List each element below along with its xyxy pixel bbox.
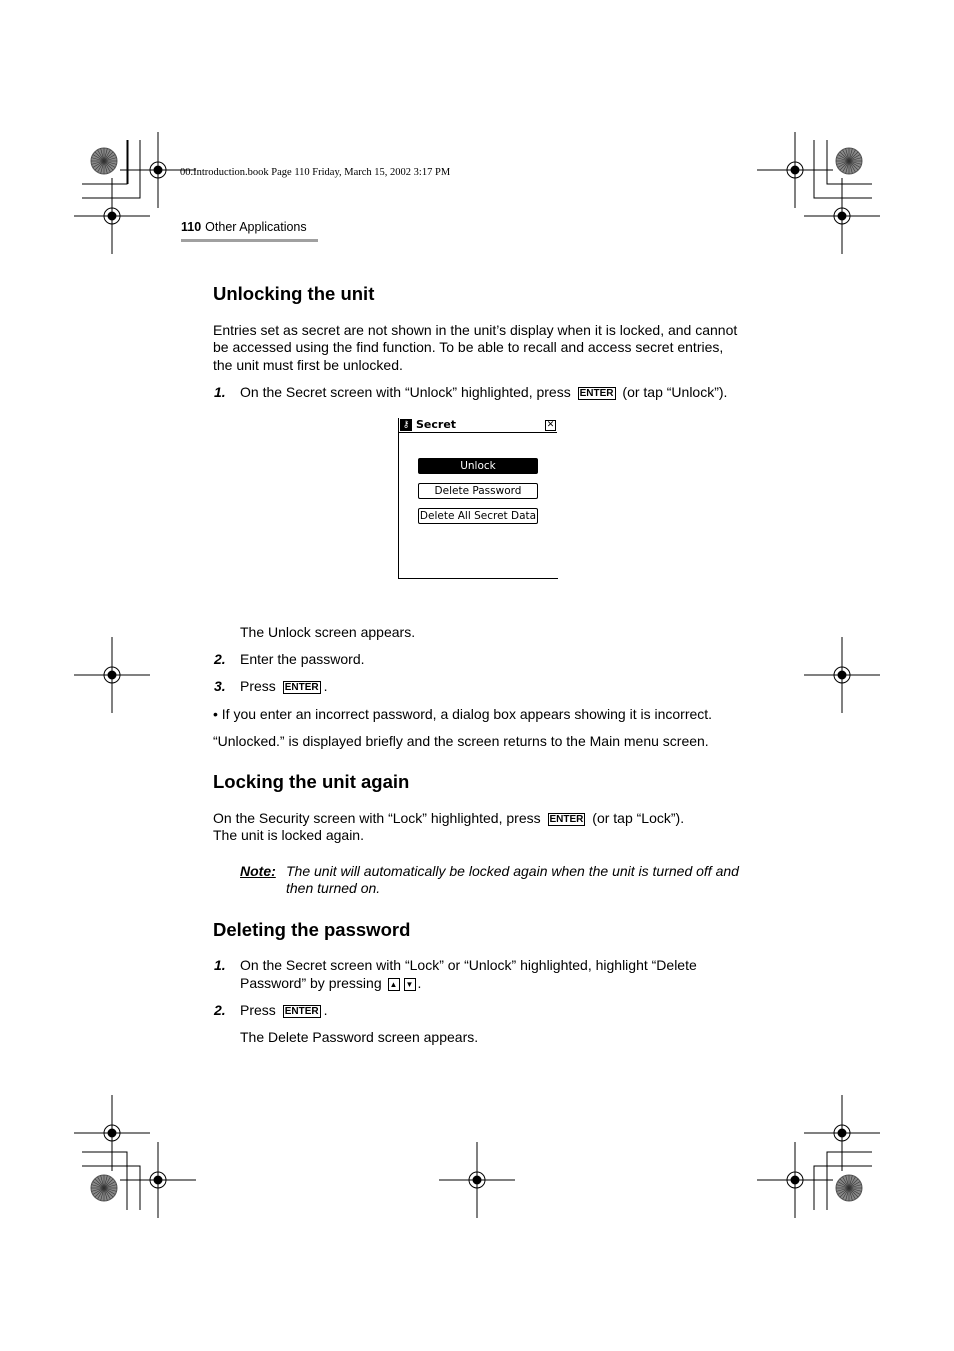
step-text: Press (240, 1002, 276, 1018)
document-page: 00.Introduction.book Page 110 Friday, Ma… (0, 0, 954, 1351)
enter-key: ENTER (547, 812, 586, 826)
result-text: The Unlock screen appears. (240, 624, 416, 640)
step-number: 1. (214, 384, 226, 400)
registration-crosshair (757, 1142, 833, 1218)
enter-key: ENTER (282, 680, 321, 694)
delete-all-secret-data-button[interactable]: Delete All Secret Data (418, 508, 538, 524)
heading-locking: Locking the unit again (213, 771, 410, 792)
bullet-note: • If you enter an incorrect password, a … (213, 706, 713, 722)
step-2: Enter the password. (240, 651, 365, 667)
result-text: The Delete Password screen appears. (240, 1029, 479, 1045)
key-icon: ⚷ (400, 419, 412, 431)
note-text: The unit will automatically be locked ag… (286, 863, 739, 879)
lock-line: On the Security screen with “Lock” highl… (213, 809, 684, 827)
color-registration-star (90, 147, 118, 175)
step-text: Press (240, 678, 276, 694)
color-registration-star (835, 1174, 863, 1202)
note-text: then turned on. (286, 880, 381, 896)
step-1: On the Secret screen with “Unlock” highl… (240, 383, 727, 401)
registration-crosshair (804, 637, 880, 713)
header-rule (181, 239, 318, 242)
step-1: On the Secret screen with “Lock” or “Unl… (240, 957, 697, 973)
screen-title: Secret (416, 418, 457, 431)
close-icon[interactable]: ✕ (545, 420, 556, 431)
step-number: 3. (214, 678, 226, 694)
up-arrow-key: ▲ (387, 977, 400, 991)
section-title: Other Applications (205, 220, 307, 234)
registration-crosshair (439, 1142, 515, 1218)
step-1-cont: Password” by pressing ▲ ▼. (240, 975, 422, 991)
step-text: (or tap “Lock”). (592, 810, 685, 826)
step-text: (or tap “Unlock”). (622, 384, 728, 400)
step-text: Password” by pressing (240, 975, 382, 991)
crop-marks (74, 132, 880, 1218)
page-number: 110 (181, 220, 202, 234)
step-text: On the Security screen with “Lock” highl… (213, 810, 541, 826)
registration-crosshair (120, 1142, 196, 1218)
note-label: Note: (240, 863, 276, 879)
registration-crosshair (804, 1095, 880, 1171)
step-3: Press ENTER. (240, 678, 328, 694)
file-info-header: 00.Introduction.book Page 110 Friday, Ma… (180, 167, 451, 178)
lock-line: The unit is locked again. (213, 827, 364, 843)
step-text: On the Secret screen with “Unlock” highl… (240, 384, 571, 400)
step-number: 2. (214, 651, 226, 667)
down-arrow-key: ▼ (403, 977, 416, 991)
heading-unlocking: Unlocking the unit (213, 283, 375, 304)
unlock-button[interactable]: Unlock (418, 458, 538, 474)
enter-key: ENTER (282, 1004, 321, 1018)
running-head: 110 Other Applications (181, 220, 307, 234)
secret-screen: ⚷ Secret ✕ Unlock Delete Password Delete A… (398, 418, 558, 579)
para-line: Entries set as secret are not shown in t… (213, 322, 738, 338)
delete-password-button[interactable]: Delete Password (418, 483, 538, 499)
step-number: 2. (214, 1002, 226, 1018)
enter-key: ENTER (577, 386, 616, 400)
color-registration-star (835, 147, 863, 175)
step-2: Press ENTER. (240, 1002, 328, 1018)
step-number: 1. (214, 957, 226, 973)
color-registration-star (90, 1174, 118, 1202)
registration-crosshair (804, 178, 880, 254)
registration-crosshair (74, 178, 150, 254)
result-text: “Unlocked.” is displayed briefly and the… (213, 733, 709, 749)
para-line: be accessed using the find function. To … (213, 339, 724, 355)
registration-marks (82, 140, 872, 1210)
screen-title-bar: ⚷ Secret ✕ (399, 418, 557, 433)
registration-crosshair (74, 1095, 150, 1171)
heading-deleting: Deleting the password (213, 919, 411, 940)
registration-crosshair (757, 132, 833, 208)
registration-crosshair (74, 637, 150, 713)
para-line: the unit must first be unlocked. (213, 357, 403, 373)
